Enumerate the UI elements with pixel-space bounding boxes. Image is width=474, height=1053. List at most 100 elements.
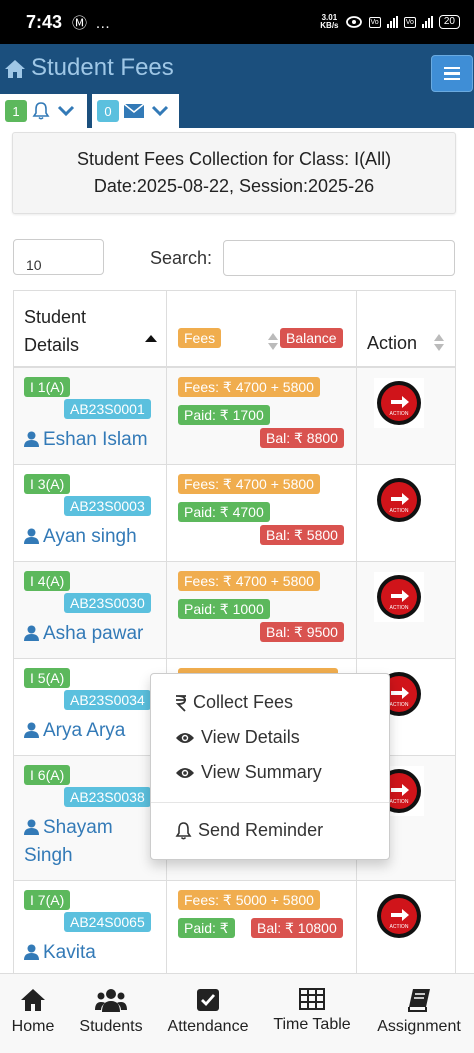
user-icon	[24, 528, 39, 544]
student-id-badge: AB23S0003	[64, 496, 151, 516]
status-notification-icons: Ⓜ …	[72, 14, 113, 32]
chevron-down-icon	[151, 105, 169, 117]
menu-item-send-reminder[interactable]: Send Reminder	[175, 820, 323, 841]
header-top: Student Fees	[0, 44, 474, 94]
link-icon	[345, 16, 362, 28]
table-header: Student Details Fees Balance Action	[14, 290, 455, 368]
menu-toggle-button[interactable]	[431, 55, 473, 92]
action-icon: ACTION	[377, 575, 421, 619]
balance-badge: Bal: ₹ 8800	[260, 428, 344, 448]
roll-badge: I 6(A)	[24, 765, 71, 785]
student-id-badge: AB23S0030	[64, 593, 151, 613]
users-icon	[95, 989, 127, 1012]
action-dropdown-menu: Collect Fees View Details View Summary S…	[150, 673, 390, 860]
network-speed: 3.01 KB/s	[320, 13, 339, 30]
table-row: I 3(A) AB23S0003 Ayan singh Fees: ₹ 4700…	[14, 465, 455, 562]
student-name-link[interactable]: Shayam Singh	[24, 814, 113, 870]
app-header: Student Fees 1 0	[0, 44, 474, 128]
student-name-link[interactable]: Kavita	[24, 939, 96, 967]
balance-badge: Bal: ₹ 10800	[251, 918, 343, 938]
header-student-details[interactable]: Student Details	[14, 291, 167, 367]
table-row: I 7(A) AB24S0065 Kavita Fees: ₹ 5000 + 5…	[14, 881, 455, 980]
signal-icon	[386, 16, 398, 28]
fees-badge: Fees: ₹ 4700 + 5800	[178, 571, 320, 591]
table-icon	[299, 988, 325, 1010]
fees-header-badge: Fees	[178, 328, 222, 348]
fees-badge: Fees: ₹ 4700 + 5800	[178, 377, 320, 397]
page-title: Student Fees	[31, 54, 174, 81]
search-input[interactable]	[223, 240, 455, 276]
nav-assignment[interactable]: Assignment	[368, 974, 470, 1053]
student-name-link[interactable]: Asha pawar	[24, 620, 143, 648]
page-length-select[interactable]: 10	[13, 239, 104, 275]
sort-icon	[268, 333, 278, 351]
bell-icon	[175, 821, 192, 840]
panel-date-line: Date:2025-08-22, Session:2025-26	[93, 176, 375, 196]
checkbox-icon	[197, 989, 219, 1011]
student-name-link[interactable]: Eshan Islam	[24, 426, 148, 454]
paid-badge: Paid: ₹	[178, 918, 235, 938]
notifications-dropdown[interactable]: 1	[0, 94, 87, 128]
student-id-badge: AB23S0034	[64, 690, 151, 710]
roll-badge: I 5(A)	[24, 668, 71, 688]
svg-text:ACTION: ACTION	[390, 799, 409, 805]
status-time: 7:43	[26, 11, 63, 32]
action-button[interactable]: ACTION	[374, 475, 424, 525]
search-label: Search:	[150, 248, 213, 268]
nav-students[interactable]: Students	[70, 974, 152, 1053]
rupee-icon	[175, 694, 186, 712]
menu-item-collect-fees[interactable]: Collect Fees	[175, 692, 293, 713]
paid-badge: Paid: ₹ 4700	[178, 502, 270, 522]
table-row: I 1(A) AB23S0001 Eshan Islam Fees: ₹ 470…	[14, 368, 455, 465]
balance-header-badge: Balance	[280, 328, 343, 348]
home-icon	[21, 989, 45, 1011]
battery-icon: 20	[438, 15, 460, 29]
menu-item-view-details[interactable]: View Details	[175, 727, 300, 748]
sort-asc-icon	[145, 335, 157, 342]
action-icon: ACTION	[377, 478, 421, 522]
header-fees[interactable]: Fees Balance	[167, 291, 357, 367]
bell-icon	[32, 102, 50, 120]
fees-badge: Fees: ₹ 5000 + 5800	[178, 890, 320, 910]
eye-icon	[176, 732, 194, 743]
panel-class-line: Student Fees Collection for Class: I(All…	[76, 149, 392, 169]
student-name-link[interactable]: Arya Arya	[24, 717, 125, 745]
svg-text:ACTION: ACTION	[390, 508, 409, 514]
user-icon	[24, 431, 39, 447]
fees-badge: Fees: ₹ 4700 + 5800	[178, 474, 320, 494]
messages-dropdown[interactable]: 0	[92, 94, 179, 128]
collection-info-panel: Student Fees Collection for Class: I(All…	[12, 132, 456, 214]
nav-time-table[interactable]: Time Table	[266, 974, 358, 1053]
roll-badge: I 3(A)	[24, 474, 71, 494]
action-button[interactable]: ACTION	[374, 891, 424, 941]
svg-text:ACTION: ACTION	[390, 411, 409, 417]
volte-icon: Vo	[368, 16, 381, 28]
action-button[interactable]: ACTION	[374, 572, 424, 622]
signal-icon-2	[421, 16, 433, 28]
user-icon	[24, 722, 39, 738]
menu-item-view-summary[interactable]: View Summary	[175, 762, 322, 783]
nav-home[interactable]: Home	[0, 974, 66, 1053]
sort-icon	[434, 334, 444, 352]
user-icon	[24, 944, 39, 960]
eye-icon	[176, 767, 194, 778]
home-icon[interactable]	[4, 59, 26, 79]
roll-badge: I 4(A)	[24, 571, 71, 591]
bottom-navigation: Home Students Attendance Time Table Assi…	[0, 973, 474, 1053]
header-action[interactable]: Action	[357, 291, 455, 367]
svg-text:ACTION: ACTION	[390, 924, 409, 930]
action-button[interactable]: ACTION	[374, 378, 424, 428]
balance-badge: Bal: ₹ 9500	[260, 622, 344, 642]
student-name-link[interactable]: Ayan singh	[24, 523, 137, 551]
student-id-badge: AB23S0001	[64, 399, 151, 419]
menu-divider	[151, 802, 389, 803]
book-icon	[408, 989, 430, 1012]
user-icon	[24, 625, 39, 641]
messages-count-badge: 0	[97, 100, 119, 122]
paid-badge: Paid: ₹ 1000	[178, 599, 270, 619]
nav-attendance[interactable]: Attendance	[160, 974, 256, 1053]
roll-badge: I 7(A)	[24, 890, 71, 910]
user-icon	[24, 819, 39, 835]
student-id-badge: AB23S0038	[64, 787, 151, 807]
balance-badge: Bal: ₹ 5800	[260, 525, 344, 545]
